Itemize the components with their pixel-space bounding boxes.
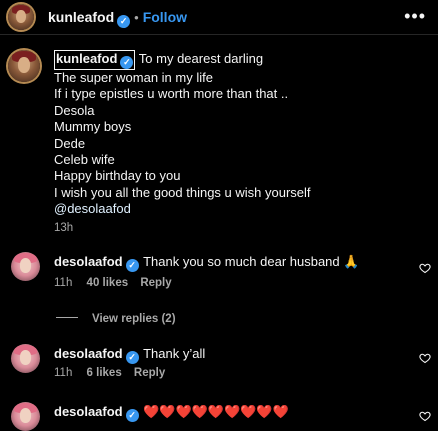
- view-replies-label[interactable]: View replies (2): [92, 313, 176, 325]
- header-divider: [0, 34, 438, 35]
- caption-line: Happy birthday to you: [54, 168, 181, 184]
- caption-line: Dede: [54, 135, 86, 151]
- more-options-icon[interactable]: •••: [404, 6, 426, 27]
- comment-time: 11h: [54, 367, 73, 379]
- mention-link[interactable]: @desolaafod: [54, 201, 424, 217]
- comment-1: desolaafod ✓ Thank you so much dear husba…: [54, 253, 359, 272]
- verified-badge-icon: ✓: [125, 351, 139, 364]
- post-header: kunleafod ✓ • Follow: [48, 9, 187, 28]
- caption-block: kunleafod ✓ To my dearest darling The sup…: [54, 50, 424, 234]
- comment-likes[interactable]: 6 likes: [87, 367, 122, 379]
- comment-2: desolaafod ✓ Thank y’all: [54, 345, 205, 364]
- commenter-avatar[interactable]: [11, 252, 40, 281]
- comment-2-meta: 11h 6 likes Reply: [54, 367, 165, 379]
- comment-3: desolaafod ✓ ❤️❤️❤️❤️❤️❤️❤️❤️❤️: [54, 403, 289, 422]
- caption-line: I wish you all the good things u wish yo…: [54, 184, 311, 200]
- comment-likes[interactable]: 40 likes: [87, 277, 129, 289]
- reply-button[interactable]: Reply: [134, 367, 165, 379]
- reply-button[interactable]: Reply: [140, 277, 171, 289]
- like-heart-icon[interactable]: [419, 410, 431, 422]
- comment-1-meta: 11h 40 likes Reply: [54, 277, 172, 289]
- caption-line: If i type epistles u worth more than tha…: [54, 86, 289, 102]
- caption-username[interactable]: kunleafod ✓: [54, 50, 136, 70]
- comment-time: 11h: [54, 277, 73, 289]
- comment-text: Thank you so much dear husband 🙏: [143, 254, 360, 269]
- comment-username[interactable]: desolaafod: [54, 254, 123, 269]
- separator-dot: •: [134, 10, 139, 25]
- follow-button[interactable]: Follow: [143, 9, 187, 25]
- caption-time: 13h: [54, 221, 74, 234]
- post-author-avatar[interactable]: [8, 4, 34, 30]
- like-heart-icon[interactable]: [419, 262, 431, 274]
- verified-badge-icon: ✓: [125, 259, 139, 272]
- commenter-avatar[interactable]: [11, 402, 40, 431]
- caption-line: Celeb wife: [54, 152, 115, 168]
- comment-username[interactable]: desolaafod: [54, 346, 123, 361]
- view-replies-line: [56, 317, 78, 319]
- caption-author-avatar[interactable]: [8, 50, 40, 82]
- caption-line: To my dearest darling: [138, 51, 264, 66]
- caption-line: Desola: [54, 102, 95, 118]
- commenter-avatar[interactable]: [11, 344, 40, 373]
- verified-badge-icon: ✓: [120, 56, 134, 69]
- post-author-username[interactable]: kunleafod: [48, 9, 114, 25]
- verified-badge-icon: ✓: [117, 15, 131, 28]
- verified-badge-icon: ✓: [125, 409, 139, 422]
- view-replies-button[interactable]: View replies (2): [56, 309, 176, 327]
- comment-text: Thank y’all: [143, 346, 206, 361]
- comment-text: ❤️❤️❤️❤️❤️❤️❤️❤️❤️: [143, 404, 289, 419]
- like-heart-icon[interactable]: [419, 352, 431, 364]
- caption-line: Mummy boys: [54, 119, 132, 135]
- caption-line: The super woman in my life: [54, 70, 213, 85]
- comment-username[interactable]: desolaafod: [54, 404, 123, 419]
